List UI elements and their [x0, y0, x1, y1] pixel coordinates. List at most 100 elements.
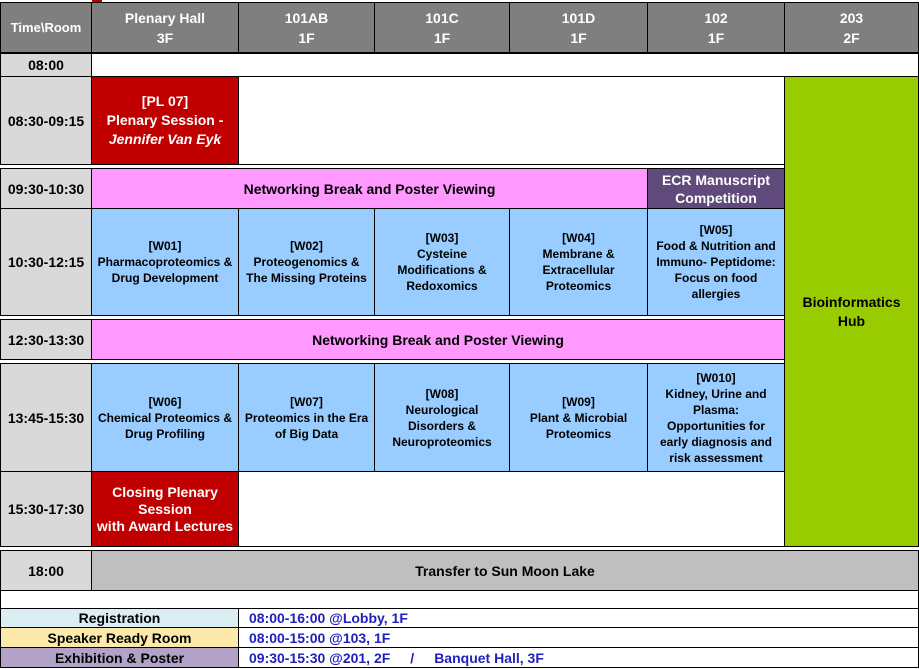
- session-w08[interactable]: [W08] Neurological Disorders & Neuroprot…: [374, 363, 510, 472]
- empty-row-0800: [91, 53, 919, 77]
- room-name: 101AB: [284, 9, 329, 26]
- session-line: Modifications &: [397, 263, 487, 277]
- room-name: 101D: [561, 9, 596, 26]
- session-w03[interactable]: [W03] Cysteine Modifications & Redoxomic…: [374, 208, 510, 316]
- session-line: Neurological: [405, 402, 479, 417]
- session-line: Drug Development: [111, 271, 219, 285]
- room-header-102: 102 1F: [647, 2, 785, 53]
- session-line: Proteogenomics &: [253, 255, 360, 269]
- session-bioinformatics-hub[interactable]: Bioinformatics Hub: [784, 76, 919, 547]
- empty-block-morning: [238, 76, 785, 165]
- time-label: 10:30-12:15: [7, 254, 85, 270]
- time-label: 09:30-10:30: [7, 180, 85, 197]
- session-title: Plenary Session -: [106, 112, 224, 128]
- session-networking-break-2[interactable]: Networking Break and Poster Viewing: [91, 319, 785, 360]
- session-line: Drug Profiling: [125, 426, 205, 441]
- session-line: Membrane &: [542, 247, 615, 261]
- session-code: [W03]: [425, 231, 459, 245]
- session-line: Extracellular: [542, 263, 615, 277]
- room-name: 203: [839, 9, 864, 26]
- time-slot: 18:00: [0, 550, 92, 591]
- session-code: [W09]: [562, 394, 595, 409]
- room-header-203: 203 2F: [784, 2, 919, 53]
- session-closing-plenary[interactable]: Closing Plenary Session with Award Lectu…: [91, 471, 239, 547]
- session-line: Redoxomics: [406, 279, 478, 293]
- session-line: Immuno- Peptidome:: [656, 255, 776, 269]
- session-line: Competition: [675, 189, 757, 206]
- info-label: Exhibition & Poster: [54, 649, 185, 666]
- session-line: Opportunities for: [667, 418, 765, 433]
- registration-label: Registration: [0, 608, 239, 628]
- session-code: [W01]: [148, 239, 182, 253]
- info-value: 08:00-16:00 @Lobby, 1F: [249, 610, 408, 626]
- session-line: Chemical Proteomics &: [97, 410, 233, 425]
- session-line: Plasma:: [692, 402, 740, 417]
- session-code: [W05]: [699, 223, 733, 237]
- session-w06[interactable]: [W06] Chemical Proteomics & Drug Profili…: [91, 363, 239, 472]
- header-corner: Time\Room: [0, 2, 92, 53]
- session-w05[interactable]: [W05] Food & Nutrition and Immuno- Pepti…: [647, 208, 785, 316]
- room-floor: 2F: [843, 29, 860, 46]
- session-line: Session: [138, 500, 192, 517]
- time-slot: 15:30-17:30: [0, 471, 92, 547]
- session-w01[interactable]: [W01] Pharmacoproteomics & Drug Developm…: [91, 208, 239, 316]
- room-name: 101C: [425, 9, 459, 26]
- session-code: [W08]: [425, 386, 459, 401]
- session-networking-break-1[interactable]: Networking Break and Poster Viewing: [91, 168, 648, 209]
- time-label: 12:30-13:30: [7, 331, 85, 348]
- time-label: 18:00: [28, 562, 64, 579]
- room-floor: 1F: [570, 29, 587, 46]
- info-value-2: Banquet Hall, 3F: [434, 649, 544, 666]
- room-header-101d: 101D 1F: [509, 2, 648, 53]
- session-line: of Big Data: [274, 426, 339, 441]
- time-label: 13:45-15:30: [7, 409, 85, 426]
- session-line: Proteomics in the Era: [244, 410, 369, 425]
- session-transfer[interactable]: Transfer to Sun Moon Lake: [91, 550, 919, 591]
- session-w010[interactable]: [W010] Kidney, Urine and Plasma: Opportu…: [647, 363, 785, 472]
- corner-label: Time\Room: [10, 19, 82, 35]
- time-slot: 08:00: [0, 53, 92, 77]
- session-ecr-competition[interactable]: ECR Manuscript Competition: [647, 168, 785, 209]
- time-slot: 09:30-10:30: [0, 168, 92, 209]
- session-line: Food & Nutrition and: [656, 239, 776, 253]
- session-line: with Award Lectures: [96, 517, 234, 534]
- time-slot: 12:30-13:30: [0, 319, 92, 360]
- session-w02[interactable]: [W02] Proteogenomics & The Missing Prote…: [238, 208, 375, 316]
- speaker-ready-room-value: 08:00-15:00 @103, 1F: [238, 627, 919, 648]
- session-w07[interactable]: [W07] Proteomics in the Era of Big Data: [238, 363, 375, 472]
- session-line: The Missing Proteins: [246, 271, 367, 285]
- session-code: [W04]: [562, 231, 595, 245]
- info-value: 08:00-15:00 @103, 1F: [249, 629, 391, 646]
- session-line: ECR Manuscript: [661, 171, 771, 188]
- session-w04[interactable]: [W04] Membrane & Extracellular Proteomic…: [509, 208, 648, 316]
- session-line: early diagnosis and: [659, 434, 773, 449]
- session-line: Neuroproteomics: [392, 434, 492, 449]
- room-floor: 1F: [433, 29, 451, 46]
- session-code: [W010]: [696, 370, 736, 385]
- time-label: 15:30-17:30: [7, 501, 85, 517]
- session-code: [W02]: [290, 239, 323, 253]
- room-header-101ab: 101AB 1F: [238, 2, 375, 53]
- time-slot: 08:30-09:15: [0, 76, 92, 165]
- room-header-101c: 101C 1F: [374, 2, 510, 53]
- session-line: Focus on food: [674, 271, 758, 285]
- info-label: Speaker Ready Room: [47, 629, 192, 646]
- session-line: Bioinformatics: [802, 293, 901, 310]
- session-line: Pharmacoproteomics &: [97, 255, 233, 269]
- session-pl07[interactable]: [PL 07] Plenary Session - Jennifer Van E…: [91, 76, 239, 165]
- room-floor: 3F: [156, 29, 174, 46]
- session-title: Networking Break and Poster Viewing: [312, 331, 564, 348]
- info-label: Registration: [78, 610, 161, 626]
- room-floor: 1F: [707, 29, 725, 46]
- session-line: Proteomics: [545, 426, 612, 441]
- session-title: Networking Break and Poster Viewing: [243, 180, 496, 197]
- room-header-plenary-hall: Plenary Hall 3F: [91, 2, 239, 53]
- session-w09[interactable]: [W09] Plant & Microbial Proteomics: [509, 363, 648, 472]
- session-code: [W06]: [148, 394, 182, 409]
- info-separator: /: [410, 649, 415, 666]
- session-title: Transfer to Sun Moon Lake: [415, 562, 595, 579]
- speaker-ready-room-label: Speaker Ready Room: [0, 627, 239, 648]
- session-line: risk assessment: [669, 450, 763, 465]
- time-label: 08:30-09:15: [7, 112, 85, 129]
- room-floor: 1F: [298, 29, 315, 46]
